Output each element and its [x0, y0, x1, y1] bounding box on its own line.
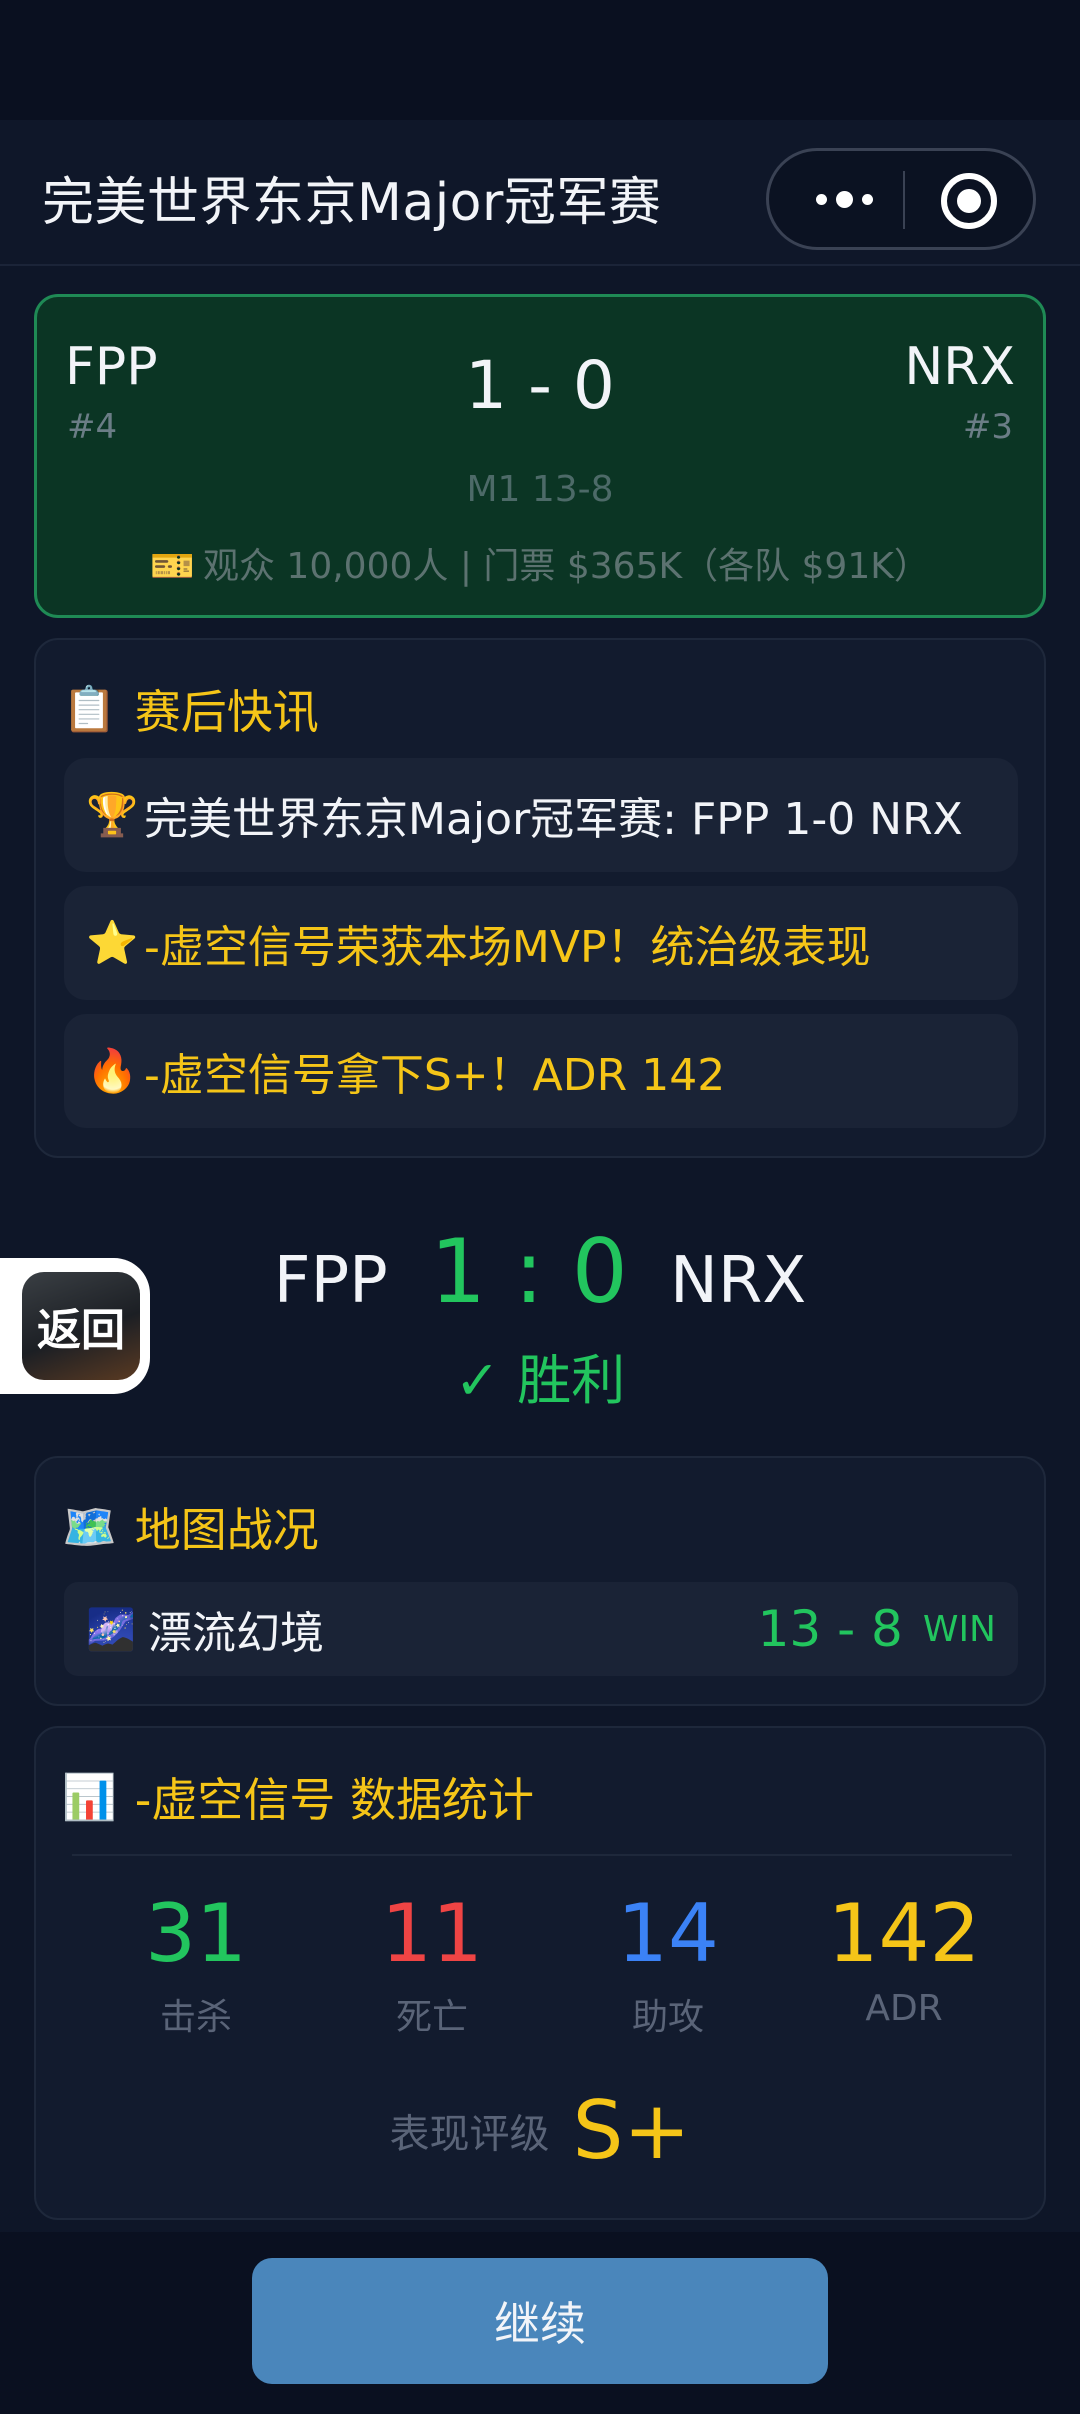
news-title-text: 赛后快讯	[134, 685, 319, 739]
grade-value: S+	[572, 2084, 691, 2177]
stats-title: 📊 -虚空信号 数据统计	[62, 1764, 534, 1830]
stat-label: ADR	[865, 1988, 943, 2029]
map-score: 13 - 8	[757, 1600, 903, 1658]
stat-label: 击杀	[159, 1997, 232, 2038]
more-icon[interactable]	[809, 179, 879, 219]
continue-button[interactable]: 继续	[252, 2258, 828, 2384]
grade-label: 表现评级	[389, 2111, 550, 2158]
status-bar	[0, 0, 1080, 120]
stat-value: 11	[381, 1887, 483, 1980]
map-card: 🗺️ 地图战况 🌌 漂流幻境 13 - 8 WIN	[34, 1456, 1046, 1706]
trophy-icon: 🏆	[86, 790, 139, 839]
news-card: 📋 赛后快讯 🏆 完美世界东京Major冠军赛: FPP 1-0 NRX ⭐ -…	[34, 638, 1046, 1158]
stat-value: 31	[145, 1887, 247, 1980]
stats-divider	[72, 1854, 1012, 1856]
team-right-name: NRX	[904, 337, 1015, 397]
capsule-divider	[903, 171, 905, 229]
result-team-right: NRX	[670, 1244, 807, 1318]
map-title-text: 地图战况	[134, 1503, 319, 1557]
nav-bar: 完美世界东京Major冠军赛	[0, 120, 1080, 266]
performance-grade: 表现评级 S+	[36, 2084, 1044, 2177]
news-item: 🏆 完美世界东京Major冠军赛: FPP 1-0 NRX	[64, 758, 1018, 872]
result-score: 1 : 0	[430, 1220, 628, 1323]
team-right-rank: #3	[962, 407, 1013, 447]
news-item-text: -虚空信号荣获本场MVP！统治级表现	[144, 922, 871, 973]
map-summary: M1 13-8	[466, 469, 614, 510]
galaxy-icon: 🌌	[86, 1606, 136, 1653]
result-status: ✓ 胜利	[454, 1349, 626, 1412]
stat-label: 助攻	[631, 1997, 704, 2038]
fire-icon: 🔥	[86, 1046, 139, 1095]
stat-label: 死亡	[395, 1997, 468, 2038]
series-score: 1 - 0	[465, 347, 615, 424]
result-team-left: FPP	[273, 1244, 388, 1318]
map-row: 🌌 漂流幻境 13 - 8 WIN	[64, 1582, 1018, 1676]
map-result: WIN	[922, 1608, 996, 1650]
close-target-icon[interactable]	[941, 173, 997, 229]
back-button-label[interactable]: 返回	[22, 1272, 140, 1380]
stats-card: 📊 -虚空信号 数据统计 31 击杀 11 死亡 14 助攻 142 ADR 表…	[34, 1726, 1046, 2220]
clipboard-icon: 📋	[62, 684, 117, 735]
page-title: 完美世界东京Major冠军赛	[42, 173, 662, 233]
match-result: FPP 1 : 0 NRX	[0, 1220, 1080, 1323]
mini-program-capsule	[766, 148, 1036, 250]
news-item: ⭐ -虚空信号荣获本场MVP！统治级表现	[64, 886, 1018, 1000]
stat-value: 142	[827, 1887, 981, 1980]
star-icon: ⭐	[86, 918, 139, 967]
scoreboard-card: FPP #4 1 - 0 NRX #3 M1 13-8 🎫 观众 10,000人 …	[34, 294, 1046, 618]
back-button[interactable]: 返回	[0, 1258, 150, 1394]
news-title: 📋 赛后快讯	[62, 676, 319, 742]
map-title: 🗺️ 地图战况	[62, 1494, 319, 1560]
audience-info: 🎫 观众 10,000人 | 门票 $365K（各队 $91K）	[37, 537, 1043, 589]
audience-text: 观众 10,000人 | 门票 $365K（各队 $91K）	[202, 546, 930, 587]
stat-kills: 31 击杀	[86, 1886, 306, 2040]
news-item-text: 完美世界东京Major冠军赛: FPP 1-0 NRX	[144, 794, 963, 845]
stat-deaths: 11 死亡	[322, 1886, 542, 2040]
stat-value: 14	[617, 1887, 719, 1980]
stat-adr: 142 ADR	[794, 1886, 1014, 2029]
stat-assists: 14 助攻	[558, 1886, 778, 2040]
news-item: 🔥 -虚空信号拿下S+！ADR 142	[64, 1014, 1018, 1128]
ticket-icon: 🎫	[150, 546, 195, 587]
map-name: 漂流幻境	[148, 1608, 324, 1659]
map-icon: 🗺️	[62, 1502, 117, 1553]
news-item-text: -虚空信号拿下S+！ADR 142	[144, 1050, 726, 1101]
bar-chart-icon: 📊	[62, 1772, 117, 1823]
stats-title-text: -虚空信号 数据统计	[134, 1773, 535, 1827]
